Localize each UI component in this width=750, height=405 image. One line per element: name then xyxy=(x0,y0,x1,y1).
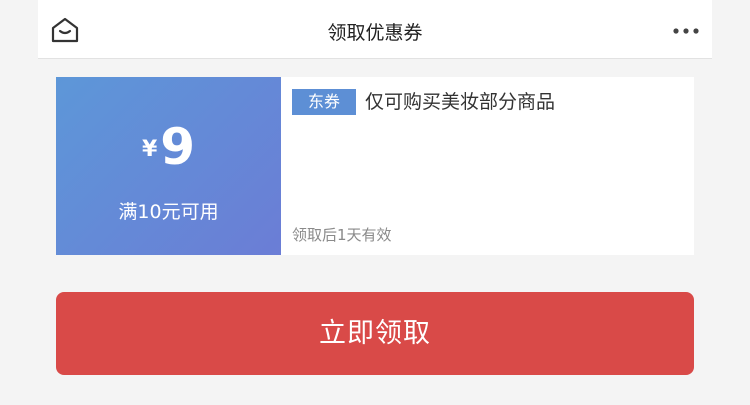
app-frame: 领取优惠券 ¥9 满10元可用 东券 仅可购买美妆部分商品 领取后1天有效 立即… xyxy=(38,0,712,405)
coupon-validity: 领取后1天有效 xyxy=(292,226,392,244)
coupon-condition: 满10元可用 xyxy=(118,201,219,223)
claim-button[interactable]: 立即领取 xyxy=(56,292,694,375)
currency-symbol: ¥ xyxy=(141,137,158,162)
page-title: 领取优惠券 xyxy=(327,22,423,44)
coupon-card: ¥9 满10元可用 东券 仅可购买美妆部分商品 领取后1天有效 xyxy=(52,77,694,255)
coupon-info-panel: 东券 仅可购买美妆部分商品 领取后1天有效 xyxy=(281,77,694,255)
top-bar: 领取优惠券 xyxy=(38,0,712,59)
more-dots-icon xyxy=(673,28,699,34)
coupon-type-badge: 东券 xyxy=(292,89,357,115)
coupon-value-panel: ¥9 满10元可用 xyxy=(52,77,281,255)
coupon-description: 仅可购买美妆部分商品 xyxy=(365,91,556,113)
more-button[interactable] xyxy=(672,22,700,34)
coupon-value: 9 xyxy=(160,118,196,176)
coupon-amount: ¥9 xyxy=(56,119,281,175)
